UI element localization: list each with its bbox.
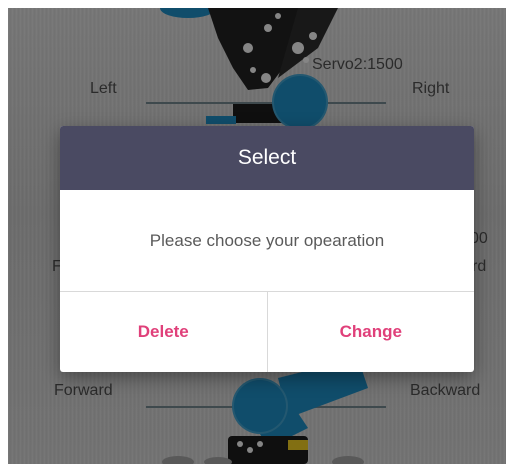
delete-button[interactable]: Delete (60, 292, 267, 372)
dialog-message: Please choose your opearation (60, 190, 474, 292)
robot-control-screen: Servo2:1500 Left Right F 00 rd Forward B… (8, 8, 506, 464)
select-dialog: Select Please choose your opearation Del… (60, 126, 474, 372)
dialog-actions: Delete Change (60, 292, 474, 372)
change-button[interactable]: Change (266, 292, 475, 372)
dialog-title: Select (60, 126, 474, 190)
